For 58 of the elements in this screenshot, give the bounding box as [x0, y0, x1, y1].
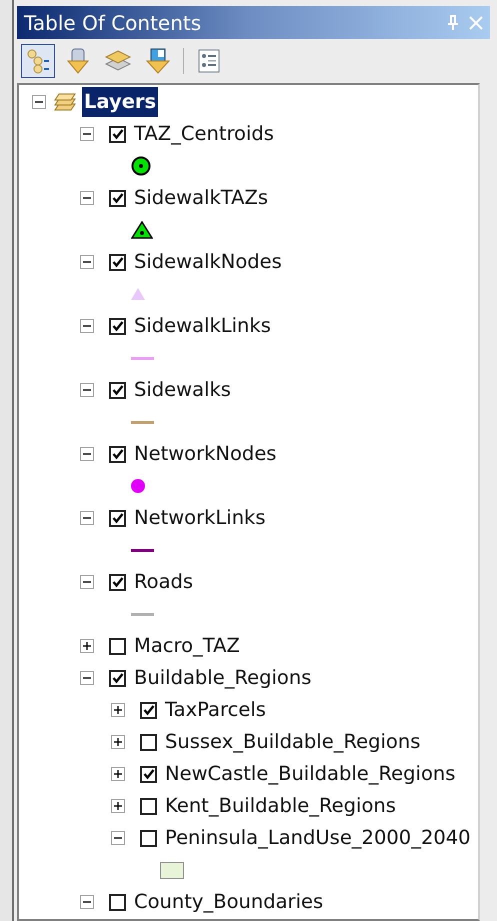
collapse-toggle[interactable] — [80, 127, 94, 141]
layer-name[interactable]: SidewalkTAZs — [134, 183, 268, 213]
layer-checkbox[interactable] — [109, 638, 126, 654]
layer-checkbox[interactable] — [140, 766, 157, 782]
layer-name[interactable]: Macro_TAZ — [134, 631, 240, 661]
layer-checkbox[interactable] — [140, 830, 157, 846]
collapse-toggle[interactable] — [80, 383, 94, 397]
layer-checkbox[interactable] — [109, 254, 126, 270]
expand-toggle[interactable] — [111, 767, 125, 781]
data-frame-label[interactable]: Layers — [82, 87, 158, 117]
toolbar-button[interactable] — [21, 44, 55, 78]
options-list-icon — [198, 49, 220, 73]
layer-name[interactable]: Roads — [134, 567, 194, 597]
layer-checkbox[interactable] — [109, 318, 126, 334]
layer-name[interactable]: SidewalkLinks — [134, 311, 271, 341]
layer-name[interactable]: Buildable_Regions — [134, 663, 312, 693]
collapse-toggle[interactable] — [32, 95, 46, 109]
layer-checkbox[interactable] — [140, 702, 157, 718]
map-layer-icon — [145, 47, 171, 75]
collapse-toggle[interactable] — [80, 895, 94, 909]
window-title: Table Of Contents — [24, 10, 202, 36]
layer-checkbox[interactable] — [109, 126, 126, 142]
layer-checkbox[interactable] — [140, 798, 157, 814]
layer-checkbox[interactable] — [109, 574, 126, 590]
layers-icon — [53, 92, 77, 112]
collapse-toggle[interactable] — [80, 447, 94, 461]
layer-checkbox[interactable] — [109, 670, 126, 686]
layer-name[interactable]: Sussex_Buildable_Regions — [165, 727, 420, 757]
database-icon — [66, 47, 90, 75]
expand-toggle[interactable] — [80, 639, 94, 653]
dock-splitter[interactable] — [0, 0, 14, 921]
layer-name[interactable]: NewCastle_Buildable_Regions — [165, 759, 456, 789]
layer-name[interactable]: Sidewalks — [134, 375, 231, 405]
collapse-toggle[interactable] — [80, 511, 94, 525]
layer-checkbox[interactable] — [140, 734, 157, 750]
layer-name[interactable]: NetworkLinks — [134, 503, 266, 533]
layer-name[interactable]: Peninsula_LandUse_2000_2040 — [165, 823, 471, 853]
layer-checkbox[interactable] — [109, 446, 126, 462]
layer-name[interactable]: TAZ_Centroids — [134, 119, 274, 149]
layer-name[interactable]: NetworkNodes — [134, 439, 276, 469]
collapse-toggle[interactable] — [80, 671, 94, 685]
layer-checkbox[interactable] — [109, 190, 126, 206]
collapse-toggle[interactable] — [80, 255, 94, 269]
layer-name[interactable]: TaxParcels — [165, 695, 266, 725]
layer-checkbox[interactable] — [109, 894, 126, 910]
layer-checkbox[interactable] — [109, 382, 126, 398]
collapse-toggle[interactable] — [111, 831, 125, 845]
layer-name[interactable]: SidewalkNodes — [134, 247, 282, 277]
layer-name[interactable]: County_Boundaries — [134, 887, 324, 917]
list-tree-icon — [25, 48, 51, 74]
expand-toggle[interactable] — [111, 799, 125, 813]
collapse-toggle[interactable] — [80, 191, 94, 205]
layer-checkbox[interactable] — [109, 510, 126, 526]
collapse-toggle[interactable] — [80, 319, 94, 333]
expand-toggle[interactable] — [111, 703, 125, 717]
expand-toggle[interactable] — [111, 735, 125, 749]
collapse-toggle[interactable] — [80, 575, 94, 589]
layer-name[interactable]: Kent_Buildable_Regions — [165, 791, 396, 821]
